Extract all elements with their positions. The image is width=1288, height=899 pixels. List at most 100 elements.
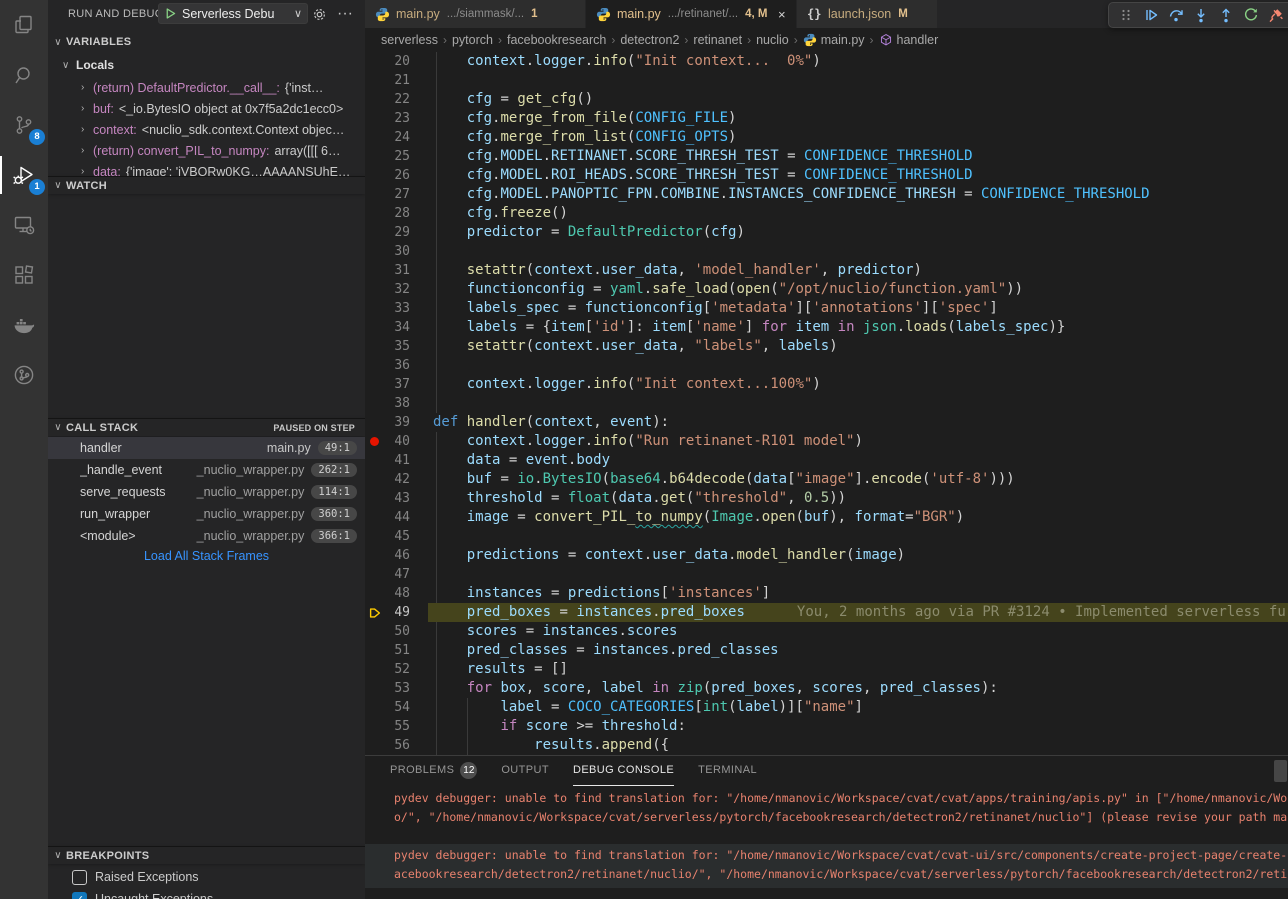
code-line-25[interactable]: 25 cfg.MODEL.RETINANET.SCORE_THRESH_TEST… [365, 147, 1288, 166]
gutter-margin[interactable] [365, 71, 385, 90]
activity-item-gitlens[interactable] [0, 350, 48, 400]
breakpoint-checkbox[interactable] [72, 870, 87, 885]
more-actions-icon[interactable]: ··· [336, 5, 354, 23]
breakpoint-row[interactable]: Raised Exceptions [48, 866, 365, 888]
gutter-margin[interactable] [365, 356, 385, 375]
code-line-42[interactable]: 42 buf = io.BytesIO(base64.b64decode(dat… [365, 470, 1288, 489]
code-line-35[interactable]: 35 setattr(context.user_data, "labels", … [365, 337, 1288, 356]
breakpoints-section-header[interactable]: ∨ BREAKPOINTS [48, 846, 365, 864]
code-line-41[interactable]: 41 data = event.body [365, 451, 1288, 470]
gutter-margin[interactable] [365, 641, 385, 660]
code-line-51[interactable]: 51 pred_classes = instances.pred_classes [365, 641, 1288, 660]
breadcrumb-item-retinanet[interactable]: retinanet [693, 33, 742, 47]
panel-tab-problems[interactable]: PROBLEMS12 [390, 756, 477, 786]
code-line-56[interactable]: 56 results.append({ [365, 736, 1288, 755]
call-stack-section-header[interactable]: ∨ CALL STACK PAUSED ON STEP [48, 418, 365, 436]
gear-icon[interactable] [310, 5, 328, 23]
code-line-36[interactable]: 36 [365, 356, 1288, 375]
close-icon[interactable]: × [777, 7, 786, 22]
gutter-margin[interactable] [365, 451, 385, 470]
gutter-margin[interactable] [365, 470, 385, 489]
gutter-margin[interactable] [365, 508, 385, 527]
gutter-margin[interactable] [365, 679, 385, 698]
activity-item-search[interactable] [0, 50, 48, 100]
code-line-55[interactable]: 55 if score >= threshold: [365, 717, 1288, 736]
gutter-margin[interactable] [365, 185, 385, 204]
gutter-margin[interactable] [365, 318, 385, 337]
code-line-54[interactable]: 54 label = COCO_CATEGORIES[int(label)]["… [365, 698, 1288, 717]
gutter-margin[interactable] [365, 204, 385, 223]
activity-item-run-and-debug[interactable]: 1 [0, 150, 48, 200]
gutter-margin[interactable] [365, 223, 385, 242]
call-stack-frame[interactable]: handlermain.py49:1 [48, 437, 365, 459]
code-line-28[interactable]: 28 cfg.freeze() [365, 204, 1288, 223]
breadcrumb-item-handler[interactable]: handler [879, 33, 939, 47]
step-over-button[interactable] [1163, 3, 1188, 27]
code-line-45[interactable]: 45 [365, 527, 1288, 546]
gutter-margin[interactable] [365, 52, 385, 71]
breadcrumb-item-nuclio[interactable]: nuclio [756, 33, 789, 47]
drag-handle-icon[interactable] [1113, 3, 1138, 27]
gutter-margin[interactable] [365, 147, 385, 166]
load-all-stack-frames-link[interactable]: Load All Stack Frames [48, 549, 365, 569]
gutter-margin[interactable] [365, 337, 385, 356]
gutter-margin[interactable] [365, 736, 385, 755]
code-line-47[interactable]: 47 [365, 565, 1288, 584]
activity-item-explorer[interactable] [0, 0, 48, 50]
code-line-44[interactable]: 44 image = convert_PIL_to_numpy(Image.op… [365, 508, 1288, 527]
breadcrumb-item-pytorch[interactable]: pytorch [452, 33, 493, 47]
panel-tab-debug-console[interactable]: DEBUG CONSOLE [573, 756, 674, 786]
step-into-button[interactable] [1188, 3, 1213, 27]
code-line-31[interactable]: 31 setattr(context.user_data, 'model_han… [365, 261, 1288, 280]
variables-section-header[interactable]: ∨ VARIABLES [48, 33, 365, 51]
gutter-margin[interactable] [365, 660, 385, 679]
activity-item-remote-explorer[interactable] [0, 200, 48, 250]
code-line-32[interactable]: 32 functionconfig = yaml.safe_load(open(… [365, 280, 1288, 299]
locals-scope-row[interactable]: ∨ Locals [48, 55, 365, 75]
step-out-button[interactable] [1213, 3, 1238, 27]
code-line-24[interactable]: 24 cfg.merge_from_list(CONFIG_OPTS) [365, 128, 1288, 147]
gutter-margin[interactable] [365, 584, 385, 603]
call-stack-frame[interactable]: <module>_nuclio_wrapper.py366:1 [48, 525, 365, 547]
gutter-margin[interactable] [365, 261, 385, 280]
gutter-margin[interactable] [365, 394, 385, 413]
gutter-margin[interactable] [365, 109, 385, 128]
panel-tab-terminal[interactable]: TERMINAL [698, 756, 757, 786]
gutter-margin[interactable] [365, 375, 385, 394]
variable-row[interactable]: ›(return) DefaultPredictor.__call__:{'in… [48, 77, 365, 98]
gutter-margin[interactable] [365, 90, 385, 109]
gutter-margin[interactable] [365, 166, 385, 185]
gutter-margin[interactable] [365, 432, 385, 451]
gutter-margin[interactable] [365, 698, 385, 717]
gutter-margin[interactable] [365, 242, 385, 261]
gutter-margin[interactable] [365, 717, 385, 736]
activity-item-docker[interactable] [0, 300, 48, 350]
gutter-margin[interactable] [365, 546, 385, 565]
gutter-margin[interactable] [365, 622, 385, 641]
code-line-26[interactable]: 26 cfg.MODEL.ROI_HEADS.SCORE_THRESH_TEST… [365, 166, 1288, 185]
variable-row[interactable]: ›(return) convert_PIL_to_numpy:array([[[… [48, 140, 365, 161]
editor-tab-main.py[interactable]: main.py.../retinanet/...4, M× [586, 0, 796, 28]
gutter-margin[interactable] [365, 527, 385, 546]
code-line-37[interactable]: 37 context.logger.info("Init context...1… [365, 375, 1288, 394]
debug-config-dropdown[interactable]: Serverless Debu ∨ [158, 3, 308, 24]
breadcrumb-item-main.py[interactable]: main.py [803, 33, 865, 47]
code-line-39[interactable]: 39def handler(context, event): [365, 413, 1288, 432]
code-line-43[interactable]: 43 threshold = float(data.get("threshold… [365, 489, 1288, 508]
code-line-52[interactable]: 52 results = [] [365, 660, 1288, 679]
panel-tab-output[interactable]: OUTPUT [501, 756, 549, 786]
breadcrumb-item-serverless[interactable]: serverless [381, 33, 438, 47]
gutter-margin[interactable] [365, 489, 385, 508]
panel-scrollbar[interactable] [1274, 760, 1287, 782]
code-line-29[interactable]: 29 predictor = DefaultPredictor(cfg) [365, 223, 1288, 242]
code-line-38[interactable]: 38 [365, 394, 1288, 413]
call-stack-frame[interactable]: run_wrapper_nuclio_wrapper.py360:1 [48, 503, 365, 525]
code-line-23[interactable]: 23 cfg.merge_from_file(CONFIG_FILE) [365, 109, 1288, 128]
variable-row[interactable]: ›context:<nuclio_sdk.context.Context obj… [48, 119, 365, 140]
code-line-49[interactable]: 49 pred_boxes = instances.pred_boxesYou,… [365, 603, 1288, 622]
breadcrumb-item-facebookresearch[interactable]: facebookresearch [507, 33, 606, 47]
code-line-20[interactable]: 20 context.logger.info("Init context... … [365, 52, 1288, 71]
code-line-33[interactable]: 33 labels_spec = functionconfig['metadat… [365, 299, 1288, 318]
gutter-margin[interactable] [365, 565, 385, 584]
code-line-34[interactable]: 34 labels = {item['id']: item['name'] fo… [365, 318, 1288, 337]
